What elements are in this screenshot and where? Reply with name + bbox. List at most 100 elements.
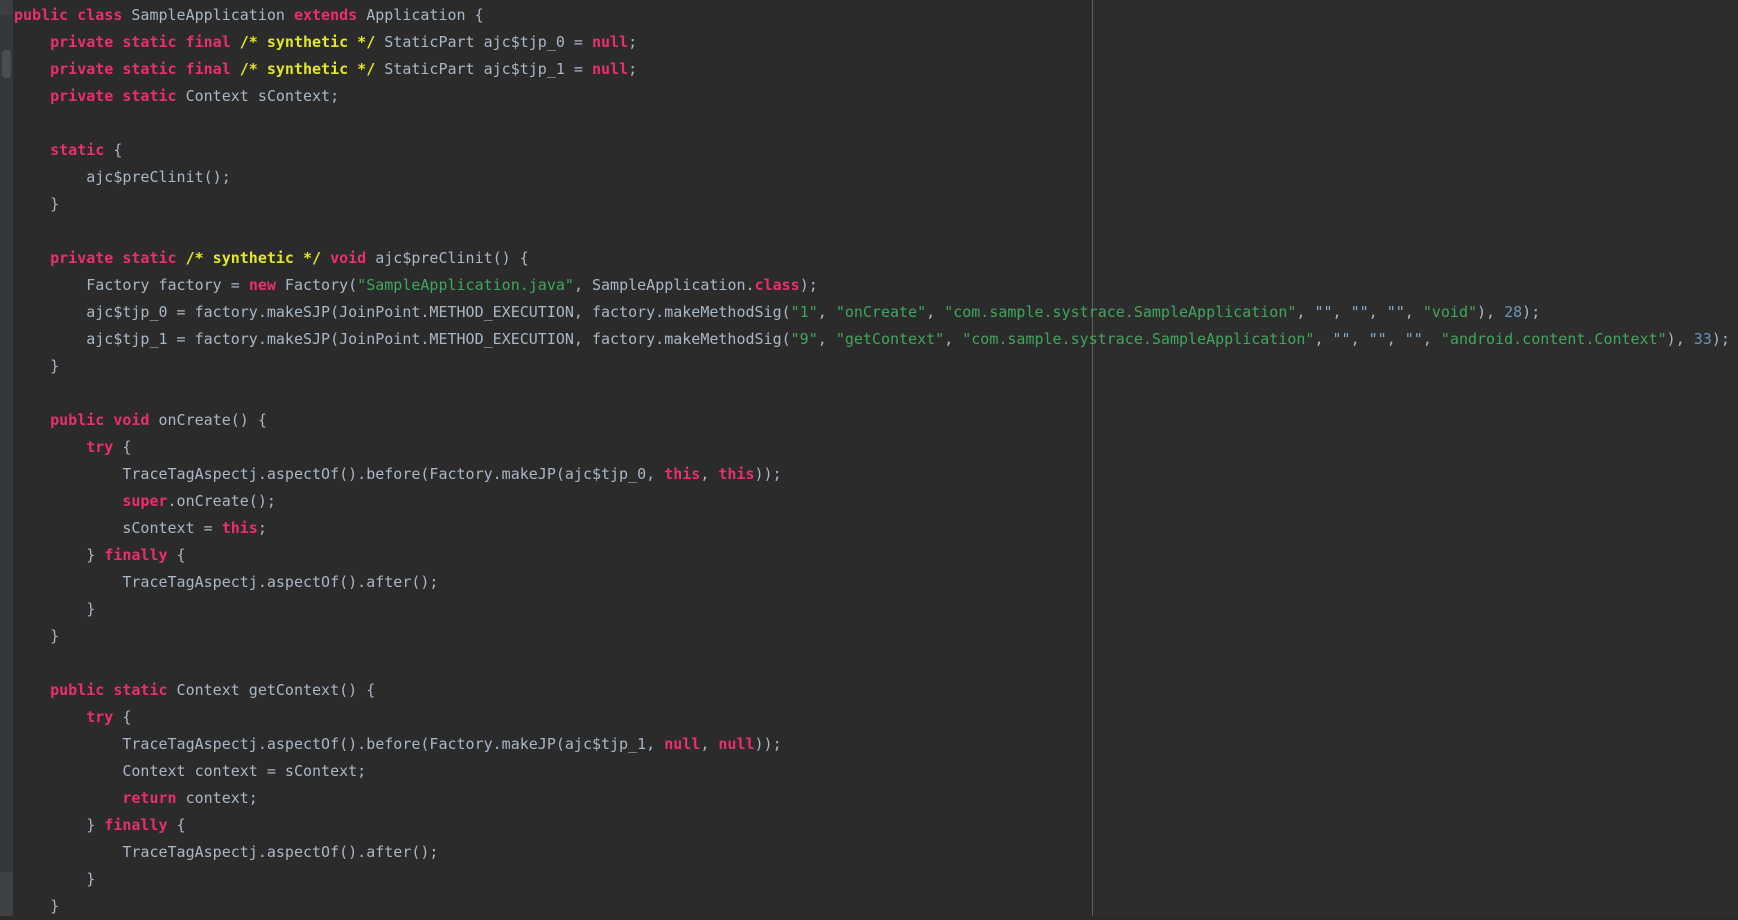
code-token-pl xyxy=(177,249,186,267)
code-line: private static final /* synthetic */ Sta… xyxy=(14,56,1738,83)
code-line: } xyxy=(14,353,1738,380)
code-token-kw: finally xyxy=(104,816,167,834)
code-line: sContext = this; xyxy=(14,515,1738,542)
code-token-pl: ; xyxy=(628,33,637,51)
code-token-kw: private static xyxy=(50,249,176,267)
code-token-pl: Context context = sContext; xyxy=(14,762,366,780)
code-token-str: "onCreate" xyxy=(836,303,926,321)
code-token-str: "getContext" xyxy=(836,330,944,348)
code-token-str: "1" xyxy=(791,303,818,321)
code-token-pl xyxy=(14,141,50,159)
code-token-kw: this xyxy=(718,465,754,483)
code-token-pl: TraceTagAspectj.aspectOf().before(Factor… xyxy=(14,465,664,483)
code-token-pl: , xyxy=(1369,303,1387,321)
code-line: Factory factory = new Factory("SampleApp… xyxy=(14,272,1738,299)
code-token-pl: onCreate() { xyxy=(149,411,266,429)
code-token-pl xyxy=(14,33,50,51)
code-token-kw: this xyxy=(664,465,700,483)
code-token-str: "void" xyxy=(1423,303,1477,321)
code-line: ajc$tjp_0 = factory.makeSJP(JoinPoint.ME… xyxy=(14,299,1738,326)
code-token-pl: Factory factory = xyxy=(14,276,249,294)
code-token-pl: , xyxy=(944,330,962,348)
code-token-kw: public void xyxy=(50,411,149,429)
code-token-pl: SampleApplication xyxy=(122,6,294,24)
code-token-pl: ), xyxy=(1477,303,1504,321)
code-token-kw: null xyxy=(592,60,628,78)
code-token-pl: Context sContext; xyxy=(177,87,340,105)
code-token-kw: void xyxy=(330,249,366,267)
code-token-pl: ); xyxy=(1522,303,1540,321)
code-token-pl: ajc$preClinit() { xyxy=(366,249,529,267)
code-token-pl: , xyxy=(700,735,718,753)
code-editor[interactable]: public class SampleApplication extends A… xyxy=(14,2,1738,920)
decompiled-code-view: public class SampleApplication extends A… xyxy=(0,0,1738,916)
code-line: public class SampleApplication extends A… xyxy=(14,2,1738,29)
code-line: } xyxy=(14,623,1738,650)
code-token-kw: extends xyxy=(294,6,357,24)
code-token-pl: , SampleApplication. xyxy=(574,276,755,294)
code-token-pl: , xyxy=(818,303,836,321)
code-token-kw: null xyxy=(718,735,754,753)
code-line: super.onCreate(); xyxy=(14,488,1738,515)
code-token-pl: } xyxy=(14,195,59,213)
code-token-pl xyxy=(231,60,240,78)
code-token-pl: ; xyxy=(628,60,637,78)
code-token-pl: , xyxy=(1351,330,1369,348)
code-token-pl xyxy=(14,789,122,807)
scrollbar-thumb[interactable] xyxy=(2,50,11,78)
code-token-kw: class xyxy=(755,276,800,294)
code-line: private static final /* synthetic */ Sta… xyxy=(14,29,1738,56)
code-line: private static Context sContext; xyxy=(14,83,1738,110)
code-token-pl: sContext = xyxy=(14,519,222,537)
code-line: Context context = sContext; xyxy=(14,758,1738,785)
code-token-pl: StaticPart ajc$tjp_0 = xyxy=(375,33,592,51)
scrollbar-bottom-cap xyxy=(0,872,13,916)
code-token-str: "com.sample.systrace.SampleApplication" xyxy=(962,330,1314,348)
code-token-pl: } xyxy=(14,546,104,564)
code-line: } finally { xyxy=(14,542,1738,569)
code-token-estr: "" xyxy=(1314,303,1332,321)
code-token-str: "android.content.Context" xyxy=(1441,330,1667,348)
code-line: TraceTagAspectj.aspectOf().before(Factor… xyxy=(14,731,1738,758)
code-token-estr: "" xyxy=(1387,303,1405,321)
code-token-pl: } xyxy=(14,897,59,915)
code-token-pl xyxy=(14,60,50,78)
code-token-pl: ), xyxy=(1667,330,1694,348)
code-token-pl xyxy=(14,438,86,456)
code-token-pl xyxy=(14,411,50,429)
code-line: } xyxy=(14,191,1738,218)
code-token-pl: { xyxy=(104,141,122,159)
scrollbar-top-cap xyxy=(0,0,13,15)
vertical-scrollbar[interactable] xyxy=(0,0,13,916)
code-line xyxy=(14,110,1738,137)
code-token-pl: TraceTagAspectj.aspectOf().after(); xyxy=(14,573,438,591)
code-token-pl: TraceTagAspectj.aspectOf().after(); xyxy=(14,843,438,861)
code-token-estr: "" xyxy=(1369,330,1387,348)
code-token-kw: private static final xyxy=(50,33,231,51)
code-token-pl: ); xyxy=(800,276,818,294)
code-token-kw: private static final xyxy=(50,60,231,78)
code-token-kw: null xyxy=(592,33,628,51)
code-token-pl: } xyxy=(14,600,95,618)
code-token-pl: } xyxy=(14,357,59,375)
code-token-cm: /* synthetic */ xyxy=(240,33,375,51)
code-token-pl: , xyxy=(1314,330,1332,348)
code-token-pl: )); xyxy=(755,465,782,483)
code-token-kw: null xyxy=(664,735,700,753)
code-token-pl: { xyxy=(113,438,131,456)
code-token-pl: { xyxy=(113,708,131,726)
code-line: TraceTagAspectj.aspectOf().before(Factor… xyxy=(14,461,1738,488)
code-token-kw: return xyxy=(122,789,176,807)
code-token-pl: , xyxy=(818,330,836,348)
code-token-pl xyxy=(14,708,86,726)
code-token-pl xyxy=(14,492,122,510)
code-token-pl xyxy=(231,33,240,51)
code-token-kw: static xyxy=(50,141,104,159)
code-token-pl xyxy=(14,249,50,267)
code-line xyxy=(14,218,1738,245)
code-token-kw: super xyxy=(122,492,167,510)
code-line: public void onCreate() { xyxy=(14,407,1738,434)
code-token-pl: , xyxy=(1333,303,1351,321)
code-token-pl: ajc$preClinit(); xyxy=(14,168,231,186)
code-token-kw: private static xyxy=(50,87,176,105)
